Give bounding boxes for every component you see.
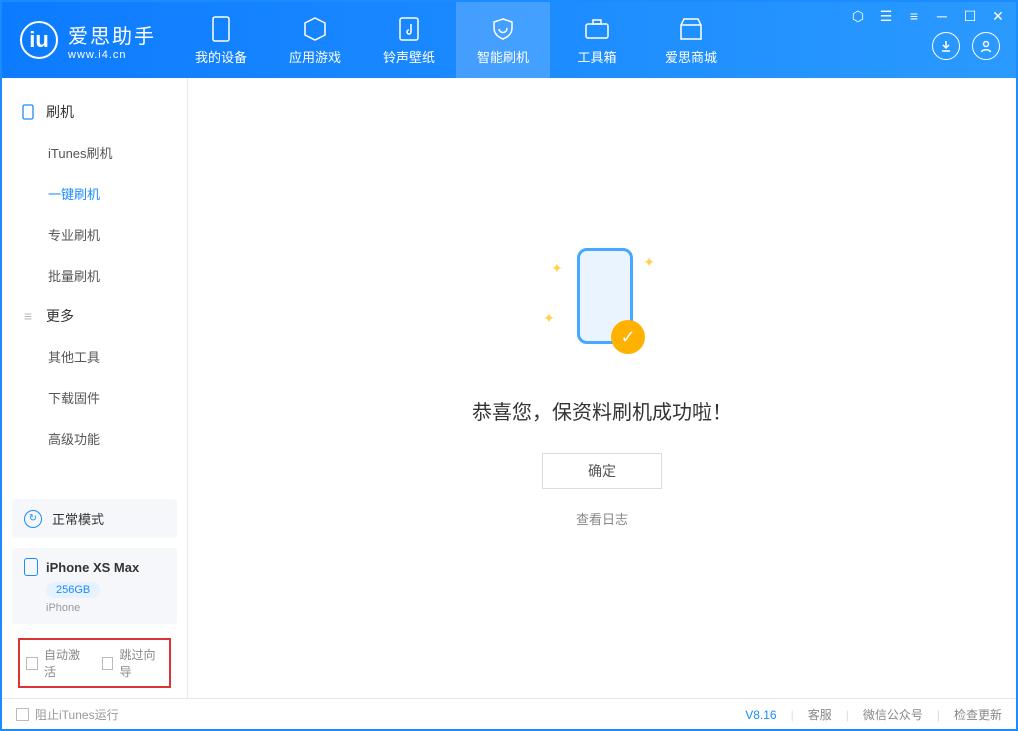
refresh-shield-icon bbox=[489, 15, 517, 43]
statusbar: 阻止iTunes运行 V8.16 | 客服 | 微信公众号 | 检查更新 bbox=[2, 698, 1016, 730]
mode-status[interactable]: ↻ 正常模式 bbox=[12, 499, 177, 538]
maximize-icon[interactable]: ☐ bbox=[962, 8, 978, 24]
flash-options-highlight: 自动激活 跳过向导 bbox=[18, 638, 171, 688]
app-url: www.i4.cn bbox=[68, 49, 156, 61]
sidebar-item-advanced[interactable]: 高级功能 bbox=[2, 418, 187, 459]
tab-my-device[interactable]: 我的设备 bbox=[174, 2, 268, 78]
sidebar-item-oneclick-flash[interactable]: 一键刷机 bbox=[2, 173, 187, 214]
sidebar-item-download-firmware[interactable]: 下载固件 bbox=[2, 377, 187, 418]
user-button[interactable] bbox=[972, 32, 1000, 60]
close-icon[interactable]: ✕ bbox=[990, 8, 1006, 24]
checkbox-auto-activate[interactable]: 自动激活 bbox=[26, 646, 88, 680]
device-card[interactable]: iPhone XS Max 256GB iPhone bbox=[12, 548, 177, 624]
checkbox-icon bbox=[102, 657, 114, 670]
tab-smart-flash[interactable]: 智能刷机 bbox=[456, 2, 550, 78]
capacity-badge: 256GB bbox=[46, 582, 100, 598]
checkbox-icon bbox=[26, 657, 38, 670]
sparkle-icon: ✦ bbox=[643, 254, 655, 271]
footer-link-wechat[interactable]: 微信公众号 bbox=[863, 706, 923, 723]
sidebar-item-other-tools[interactable]: 其他工具 bbox=[2, 336, 187, 377]
tab-apps-games[interactable]: 应用游戏 bbox=[268, 2, 362, 78]
phone-outline-icon bbox=[20, 104, 36, 120]
tab-ringtones-wallpapers[interactable]: 铃声壁纸 bbox=[362, 2, 456, 78]
normal-mode-icon: ↻ bbox=[24, 510, 42, 528]
minimize-icon[interactable]: ─ bbox=[934, 8, 950, 24]
main-content: ✦ ✦ ✦ ✓ 恭喜您，保资料刷机成功啦！ 确定 查看日志 bbox=[188, 78, 1016, 698]
version-label: V8.16 bbox=[745, 708, 776, 722]
sidebar-head-more: ≡ 更多 bbox=[2, 296, 187, 336]
checkbox-block-itunes[interactable]: 阻止iTunes运行 bbox=[16, 706, 119, 723]
success-check-icon: ✓ bbox=[611, 320, 645, 354]
footer-link-support[interactable]: 客服 bbox=[808, 706, 832, 723]
store-icon bbox=[677, 15, 705, 43]
device-icon bbox=[207, 15, 235, 43]
sparkle-icon: ✦ bbox=[551, 260, 563, 277]
device-small-icon bbox=[24, 558, 38, 576]
confirm-button[interactable]: 确定 bbox=[542, 453, 662, 489]
device-type: iPhone bbox=[46, 602, 165, 614]
menu-icon[interactable]: ☰ bbox=[878, 8, 894, 24]
titlebar: iu 爱思助手 www.i4.cn 我的设备 应用游戏 铃声壁纸 智能刷机 工具… bbox=[2, 2, 1016, 78]
tab-store[interactable]: 爱思商城 bbox=[644, 2, 738, 78]
success-message: 恭喜您，保资料刷机成功啦！ bbox=[472, 396, 732, 425]
sidebar-item-itunes-flash[interactable]: iTunes刷机 bbox=[2, 132, 187, 173]
sidebar-item-pro-flash[interactable]: 专业刷机 bbox=[2, 214, 187, 255]
sidebar-item-batch-flash[interactable]: 批量刷机 bbox=[2, 255, 187, 296]
music-icon bbox=[395, 15, 423, 43]
success-illustration: ✦ ✦ ✦ ✓ bbox=[557, 248, 647, 368]
cube-icon bbox=[301, 15, 329, 43]
device-name: iPhone XS Max bbox=[46, 560, 139, 575]
logo-icon: iu bbox=[20, 21, 58, 59]
window-controls: ⬡ ☰ ≡ ─ ☐ ✕ bbox=[850, 2, 1016, 78]
sparkle-icon: ✦ bbox=[543, 310, 555, 327]
logo: iu 爱思助手 www.i4.cn bbox=[2, 2, 174, 78]
checkbox-skip-wizard[interactable]: 跳过向导 bbox=[102, 646, 164, 680]
view-log-link[interactable]: 查看日志 bbox=[576, 509, 628, 528]
download-button[interactable] bbox=[932, 32, 960, 60]
shirt-icon[interactable]: ⬡ bbox=[850, 8, 866, 24]
footer-link-update[interactable]: 检查更新 bbox=[954, 706, 1002, 723]
toolbox-icon bbox=[583, 15, 611, 43]
list-icon[interactable]: ≡ bbox=[906, 8, 922, 24]
sidebar-head-flash: 刷机 bbox=[2, 92, 187, 132]
main-tabs: 我的设备 应用游戏 铃声壁纸 智能刷机 工具箱 爱思商城 bbox=[174, 2, 738, 78]
app-name: 爱思助手 bbox=[68, 20, 156, 49]
checkbox-icon bbox=[16, 708, 29, 721]
tab-toolbox[interactable]: 工具箱 bbox=[550, 2, 644, 78]
list-icon: ≡ bbox=[20, 308, 36, 324]
sidebar: 刷机 iTunes刷机 一键刷机 专业刷机 批量刷机 ≡ 更多 其他工具 下载固… bbox=[2, 78, 188, 698]
